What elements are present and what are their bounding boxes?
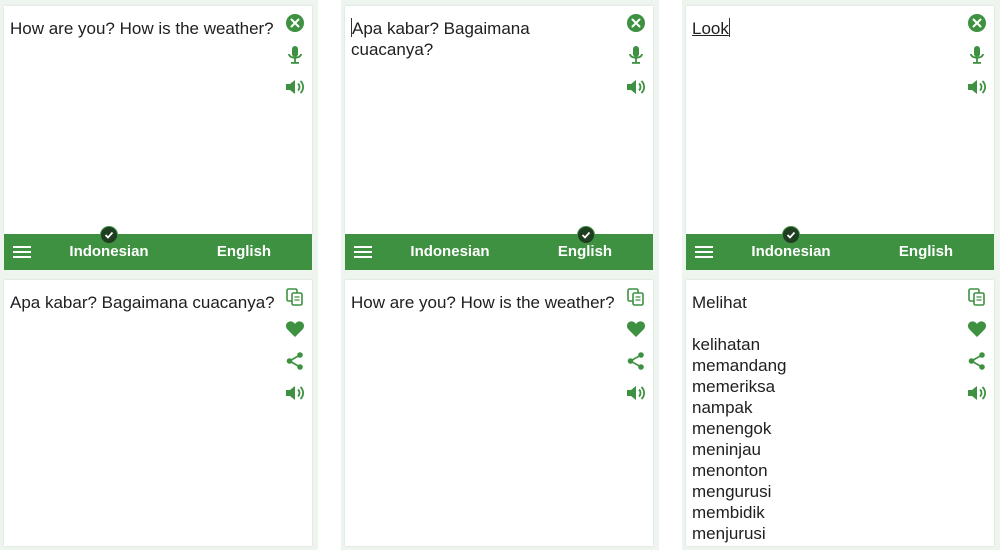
input-tools bbox=[966, 12, 988, 108]
input-text-wrapper[interactable]: Look bbox=[692, 18, 957, 39]
input-text[interactable]: Look bbox=[692, 19, 729, 38]
output-tools bbox=[284, 286, 306, 414]
alternative-item: kelihatan bbox=[692, 335, 761, 354]
alternatives-list: kelihatan memandang memeriksa nampak men… bbox=[692, 334, 957, 544]
alternative-item: membidik bbox=[692, 503, 765, 522]
speak-input-button[interactable] bbox=[966, 76, 988, 98]
language-bar: Indonesian English bbox=[686, 226, 994, 270]
microphone-icon bbox=[970, 46, 984, 64]
share-button[interactable] bbox=[284, 350, 306, 372]
speaker-icon bbox=[286, 80, 305, 94]
heart-icon bbox=[285, 321, 305, 337]
alternative-item: meninjau bbox=[692, 440, 761, 459]
input-text-wrapper[interactable]: Apa kabar? Bagaimana cuacanya? bbox=[351, 18, 616, 60]
share-button[interactable] bbox=[625, 350, 647, 372]
hamburger-icon[interactable] bbox=[352, 243, 374, 261]
speak-input-button[interactable] bbox=[625, 76, 647, 98]
close-circle-icon bbox=[968, 14, 986, 32]
input-tools bbox=[625, 12, 647, 108]
check-badge-icon bbox=[782, 226, 800, 244]
favorite-button[interactable] bbox=[625, 318, 647, 340]
microphone-icon bbox=[629, 46, 643, 64]
favorite-button[interactable] bbox=[966, 318, 988, 340]
input-text[interactable]: Apa kabar? Bagaimana cuacanya? bbox=[351, 19, 530, 59]
output-card: Apa kabar? Bagaimana cuacanya? bbox=[4, 280, 312, 546]
speaker-icon bbox=[286, 386, 305, 400]
alternative-item: nampak bbox=[692, 398, 753, 417]
screen-3: Look Indonesian English Melihat kelihata… bbox=[682, 0, 1000, 550]
output-content: Melihat kelihatan memandang memeriksa na… bbox=[692, 292, 957, 544]
alternative-item: memandang bbox=[692, 356, 787, 375]
alternative-item: menengok bbox=[692, 419, 772, 438]
output-card: Melihat kelihatan memandang memeriksa na… bbox=[686, 280, 994, 546]
source-language[interactable]: Indonesian bbox=[390, 234, 510, 270]
output-tools bbox=[966, 286, 988, 414]
mic-button[interactable] bbox=[284, 44, 306, 66]
copy-button[interactable] bbox=[966, 286, 988, 308]
share-icon bbox=[627, 352, 644, 370]
check-badge-icon bbox=[100, 226, 118, 244]
heart-icon bbox=[626, 321, 646, 337]
speak-output-button[interactable] bbox=[625, 382, 647, 404]
clear-button[interactable] bbox=[284, 12, 306, 34]
input-text[interactable]: How are you? How is the weather? bbox=[10, 18, 275, 39]
speaker-icon bbox=[968, 80, 987, 94]
close-circle-icon bbox=[627, 14, 645, 32]
heart-icon bbox=[967, 321, 987, 337]
clear-button[interactable] bbox=[625, 12, 647, 34]
copy-icon bbox=[286, 288, 303, 306]
speaker-icon bbox=[627, 386, 646, 400]
input-card: Look bbox=[686, 6, 994, 234]
speaker-icon bbox=[968, 386, 987, 400]
input-card: How are you? How is the weather? bbox=[4, 6, 312, 234]
microphone-icon bbox=[288, 46, 302, 64]
screen-2: Apa kabar? Bagaimana cuacanya? Indonesia… bbox=[341, 0, 659, 550]
output-text: Apa kabar? Bagaimana cuacanya? bbox=[10, 293, 275, 312]
output-card: How are you? How is the weather? bbox=[345, 280, 653, 546]
share-icon bbox=[968, 352, 985, 370]
output-text: How are you? How is the weather? bbox=[351, 293, 615, 312]
check-badge-icon bbox=[577, 226, 595, 244]
share-button[interactable] bbox=[966, 350, 988, 372]
input-card: Apa kabar? Bagaimana cuacanya? bbox=[345, 6, 653, 234]
alternative-item: menonton bbox=[692, 461, 768, 480]
share-icon bbox=[286, 352, 303, 370]
alternative-item: memeriksa bbox=[692, 377, 776, 396]
language-bar: Indonesian English bbox=[345, 226, 653, 270]
copy-button[interactable] bbox=[625, 286, 647, 308]
input-tools bbox=[284, 12, 306, 108]
output-text: Melihat bbox=[692, 293, 747, 312]
target-language[interactable]: English bbox=[866, 234, 986, 270]
speak-output-button[interactable] bbox=[284, 382, 306, 404]
screen-1: How are you? How is the weather? Indones… bbox=[0, 0, 318, 550]
target-language[interactable]: English bbox=[184, 234, 304, 270]
clear-button[interactable] bbox=[966, 12, 988, 34]
alternative-item: menjurusi bbox=[692, 524, 766, 543]
speaker-icon bbox=[627, 80, 646, 94]
speak-input-button[interactable] bbox=[284, 76, 306, 98]
hamburger-icon[interactable] bbox=[693, 243, 715, 261]
mic-button[interactable] bbox=[625, 44, 647, 66]
favorite-button[interactable] bbox=[284, 318, 306, 340]
language-bar: Indonesian English bbox=[4, 226, 312, 270]
text-cursor bbox=[728, 18, 730, 37]
alternative-item: mengurusi bbox=[692, 482, 772, 501]
close-circle-icon bbox=[286, 14, 304, 32]
output-tools bbox=[625, 286, 647, 414]
hamburger-icon[interactable] bbox=[11, 243, 33, 261]
copy-button[interactable] bbox=[284, 286, 306, 308]
speak-output-button[interactable] bbox=[966, 382, 988, 404]
copy-icon bbox=[968, 288, 985, 306]
mic-button[interactable] bbox=[966, 44, 988, 66]
copy-icon bbox=[627, 288, 644, 306]
